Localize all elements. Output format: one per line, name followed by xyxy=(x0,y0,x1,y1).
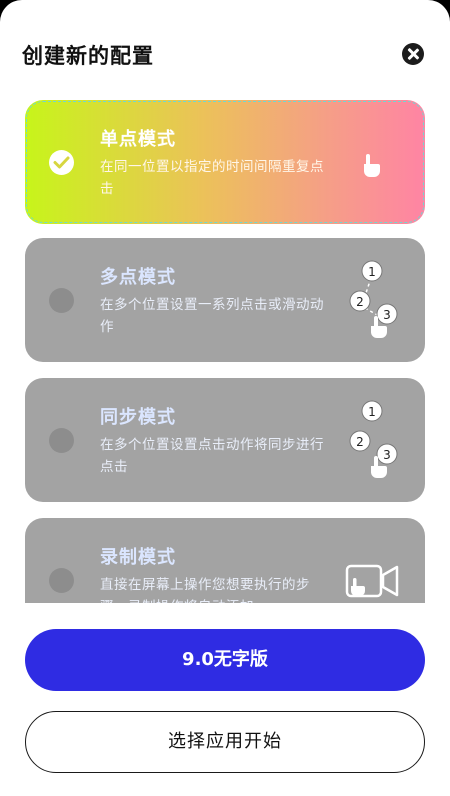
radio-unchecked-icon[interactable] xyxy=(49,568,74,593)
mode-card-record[interactable]: 录制模式 直接在屏幕上操作您想要执行的步骤，录制操作将自动添加 xyxy=(25,518,425,603)
config-dialog: 创建新的配置 单点模式 在同一位置以指定的时间间隔重复点击 多点模式 在多个位置… xyxy=(0,0,450,796)
mode-description: 直接在屏幕上操作您想要执行的步骤，录制操作将自动添加 xyxy=(100,577,310,603)
radio-unchecked-icon[interactable] xyxy=(49,288,74,313)
primary-button[interactable]: 9.0无字版 xyxy=(25,629,425,691)
multi-tap-icon: 1 2 3 xyxy=(345,256,405,350)
mode-title: 同步模式 xyxy=(100,407,176,428)
step-2-label: 2 xyxy=(356,435,364,449)
single-tap-icon xyxy=(359,152,383,182)
step-1-label: 1 xyxy=(368,265,376,279)
mode-card-single[interactable]: 单点模式 在同一位置以指定的时间间隔重复点击 xyxy=(25,100,425,224)
mode-title: 录制模式 xyxy=(100,547,176,568)
radio-checked-icon[interactable] xyxy=(49,150,74,175)
mode-description: 在多个位置设置点击动作将同步进行点击 xyxy=(100,437,324,475)
record-video-icon xyxy=(345,562,399,603)
choose-app-button[interactable]: 选择应用开始 xyxy=(25,711,425,773)
mode-card-sync[interactable]: 同步模式 在多个位置设置点击动作将同步进行点击 1 2 3 xyxy=(25,378,425,502)
step-2-label: 2 xyxy=(356,295,364,309)
mode-title: 多点模式 xyxy=(100,267,176,288)
sync-tap-icon: 1 2 3 xyxy=(345,396,405,490)
dialog-title: 创建新的配置 xyxy=(22,44,154,68)
step-1-label: 1 xyxy=(368,405,376,419)
mode-title: 单点模式 xyxy=(100,129,176,150)
mode-card-multi[interactable]: 多点模式 在多个位置设置一系列点击或滑动动作 1 2 3 xyxy=(25,238,425,362)
mode-description: 在多个位置设置一系列点击或滑动动作 xyxy=(100,297,324,335)
close-icon[interactable] xyxy=(402,43,424,65)
mode-list[interactable]: 单点模式 在同一位置以指定的时间间隔重复点击 多点模式 在多个位置设置一系列点击… xyxy=(0,90,450,603)
mode-description: 在同一位置以指定的时间间隔重复点击 xyxy=(100,159,324,197)
step-3-label: 3 xyxy=(383,308,391,322)
step-3-label: 3 xyxy=(383,448,391,462)
radio-unchecked-icon[interactable] xyxy=(49,428,74,453)
